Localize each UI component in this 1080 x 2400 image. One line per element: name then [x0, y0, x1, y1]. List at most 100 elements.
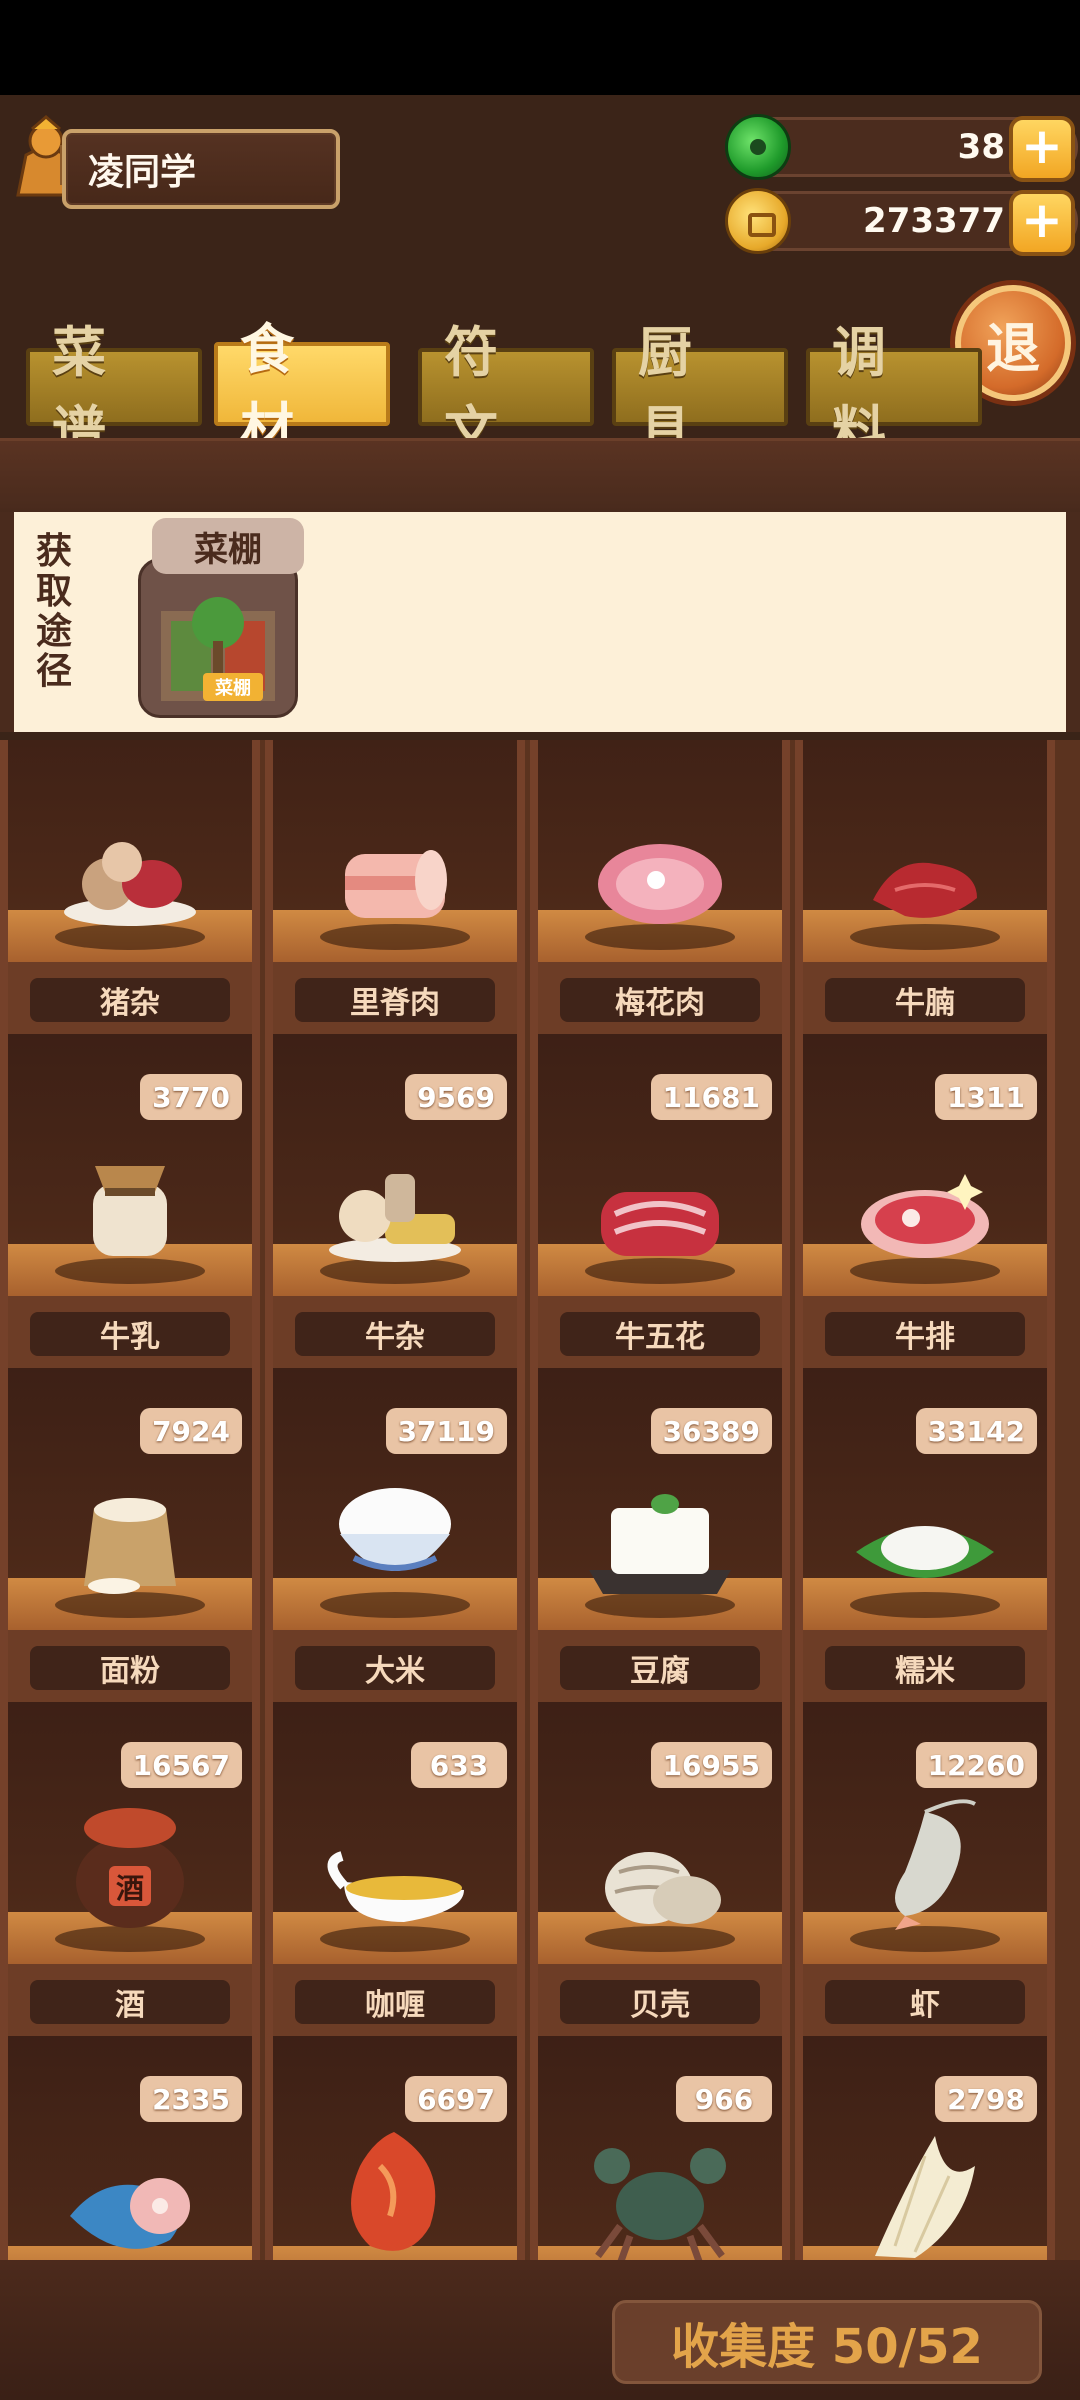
ingredient-cell[interactable]: 猪杂	[0, 740, 260, 1034]
glutinous-rice-icon	[850, 1508, 1000, 1602]
player-name: 凌同学	[88, 152, 197, 193]
ingredient-count: 33142	[915, 1408, 1037, 1454]
ingredient-cell[interactable]: 16955 贝壳	[530, 1702, 790, 2036]
source-name: 菜棚	[152, 518, 304, 574]
ingredient-cell[interactable]: 梅花肉	[530, 740, 790, 1034]
ingredient-cell[interactable]: 11681 牛五花	[530, 1034, 790, 1368]
ingredient-cell[interactable]: 6697	[265, 2036, 525, 2260]
ingredient-count: 9569	[405, 1074, 507, 1120]
player-name-panel: 凌同学	[62, 129, 340, 209]
flour-sack-icon	[70, 1478, 190, 1602]
greenhouse-icon: 菜棚	[138, 558, 298, 718]
fish-icon	[60, 2156, 200, 2260]
ingredient-name: 牛排	[825, 1312, 1025, 1356]
source-panel: 获取途径 菜棚 菜棚	[0, 512, 1080, 732]
ingredient-cell[interactable]: 966	[530, 2036, 790, 2260]
beef-offal-icon	[325, 1154, 465, 1268]
add-coin-button[interactable]: +	[1009, 190, 1075, 256]
ingredient-name: 豆腐	[560, 1646, 760, 1690]
ingredient-cell[interactable]: 牛腩	[795, 740, 1055, 1034]
ingredient-cell[interactable]: 37119 大米	[265, 1368, 525, 1702]
coin-amount: 273377	[863, 201, 1005, 241]
ingredient-count: 3770	[140, 1074, 242, 1120]
collection-label: 收集度 50/52	[671, 2319, 983, 2375]
ingredient-name: 大米	[295, 1646, 495, 1690]
ingredient-cell[interactable]: 3770 牛乳	[0, 1034, 260, 1368]
ingredient-name: 牛乳	[30, 1312, 230, 1356]
ingredient-cell[interactable]: 里脊肉	[265, 740, 525, 1034]
coin-icon	[725, 188, 791, 254]
footer-bar: 收集度 50/52	[0, 2260, 1080, 2400]
ingredient-count: 6697	[405, 2076, 507, 2122]
jade-amount: 38	[957, 127, 1005, 167]
ingredient-name: 贝壳	[560, 1980, 760, 2024]
tab-recipes[interactable]: 菜谱	[26, 321, 202, 463]
svg-text:酒: 酒	[116, 1872, 144, 1905]
ingredient-grid: 猪杂 里脊肉 梅花肉 牛腩 3770 牛乳 9569 牛杂 11681 牛五花 …	[0, 740, 1080, 2260]
tab-cookware[interactable]: 厨具	[612, 321, 788, 463]
ingredient-count: 966	[676, 2076, 772, 2122]
beef-brisket-icon	[865, 850, 985, 934]
ingredient-count: 633	[411, 1742, 507, 1788]
status-bar	[0, 0, 1080, 95]
jade-currency: 38 +	[725, 114, 1078, 182]
ingredient-name: 面粉	[30, 1646, 230, 1690]
ingredient-name: 梅花肉	[560, 978, 760, 1022]
ingredient-name: 虾	[825, 1980, 1025, 2024]
beef-belly-icon	[595, 1184, 725, 1268]
pork-offal-icon	[60, 830, 200, 934]
rice-bowl-icon	[330, 1478, 460, 1602]
ingredient-cell[interactable]: 33142 糯米	[795, 1368, 1055, 1702]
ingredient-count: 2798	[935, 2076, 1037, 2122]
source-vegetable-shed[interactable]: 菜棚 菜棚	[126, 518, 306, 728]
ingredient-name: 牛五花	[560, 1312, 760, 1356]
exit-label: 退	[986, 316, 1040, 380]
ingredient-count: 7924	[140, 1408, 242, 1454]
tab-seasonings[interactable]: 调料	[806, 321, 982, 463]
tab-ingredients[interactable]: 食材	[214, 318, 390, 460]
ingredient-count: 16955	[650, 1742, 772, 1788]
curry-gravy-boat-icon	[320, 1832, 470, 1936]
clam-shell-icon	[595, 1842, 725, 1936]
milk-jar-icon	[75, 1144, 185, 1268]
jade-icon	[725, 114, 791, 180]
steak-icon	[855, 1164, 995, 1268]
ingredient-count: 1311	[935, 1074, 1037, 1120]
ingredient-cell[interactable]: 9569 牛杂	[265, 1034, 525, 1368]
ingredient-count: 2335	[140, 2076, 242, 2122]
wine-jar-icon: 酒	[65, 1802, 195, 1936]
ingredient-name: 牛腩	[825, 978, 1025, 1022]
ingredient-count: 37119	[385, 1408, 507, 1454]
category-tabs: 菜谱 食材 符文 厨具 调料	[26, 318, 986, 463]
tab-runes[interactable]: 符文	[418, 321, 594, 463]
crab-icon	[590, 2136, 730, 2260]
ingredient-name: 糯米	[825, 1646, 1025, 1690]
ingredient-count: 12260	[915, 1742, 1037, 1788]
ingredient-cell[interactable]: 7924 面粉	[0, 1368, 260, 1702]
collection-progress: 收集度 50/52	[612, 2300, 1042, 2384]
ingredient-cell[interactable]: 12260 虾	[795, 1702, 1055, 2036]
pork-loin-icon	[335, 840, 455, 934]
ingredient-cell[interactable]: 2798	[795, 2036, 1055, 2260]
add-jade-button[interactable]: +	[1009, 116, 1075, 182]
source-label: 获取途径	[36, 531, 73, 692]
ingredient-cell[interactable]: 16567 酒 酒	[0, 1702, 260, 2036]
carp-fish-icon	[330, 2126, 460, 2260]
ingredient-name: 里脊肉	[295, 978, 495, 1022]
ingredient-count: 36389	[650, 1408, 772, 1454]
fish-fin-icon	[865, 2126, 985, 2260]
ingredient-cell[interactable]: 36389 豆腐	[530, 1368, 790, 1702]
shrimp-icon	[865, 1792, 985, 1936]
pork-shoulder-icon	[590, 830, 730, 934]
ingredient-cell[interactable]: 633 咖喱	[265, 1702, 525, 2036]
coin-currency: 273377 +	[725, 188, 1078, 256]
ingredient-cell[interactable]: 1311 牛排	[795, 1034, 1055, 1368]
svg-text:菜棚: 菜棚	[214, 677, 251, 699]
ingredient-cell[interactable]: 2335	[0, 2036, 260, 2260]
ingredient-name: 猪杂	[30, 978, 230, 1022]
ingredient-count: 16567	[120, 1742, 242, 1788]
ingredient-name: 酒	[30, 1980, 230, 2024]
header: 凌同学 38 + 273377 + 退 菜谱 食材 符文 厨具 调料	[0, 95, 1080, 463]
ingredient-name: 咖喱	[295, 1980, 495, 2024]
ingredient-name: 牛杂	[295, 1312, 495, 1356]
